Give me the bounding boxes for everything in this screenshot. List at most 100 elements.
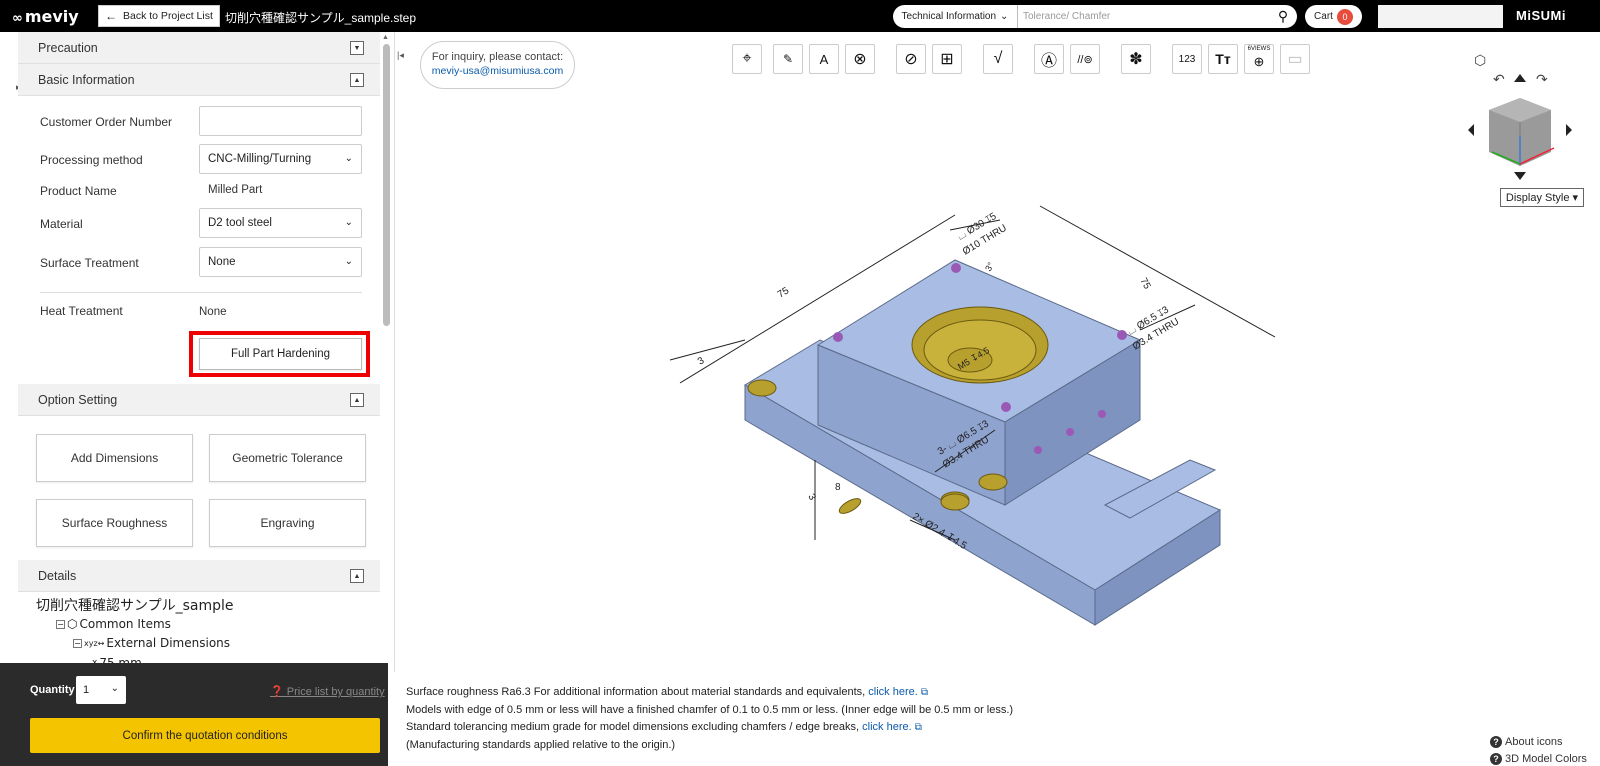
hole-dot	[1098, 410, 1106, 418]
collapse-icon[interactable]: ▲	[350, 569, 364, 583]
logo-icon: ∞	[12, 11, 23, 26]
roughness-icon[interactable]: √	[983, 44, 1013, 74]
display-style-dropdown[interactable]: Display Style ▾	[1500, 188, 1584, 207]
product-name-value: Milled Part	[208, 184, 263, 196]
text-dim-icon[interactable]: A	[809, 44, 839, 74]
confirm-quotation-button[interactable]: Confirm the quotation conditions	[30, 718, 380, 753]
scroll-up-icon[interactable]: ▲	[382, 34, 389, 41]
section-precaution[interactable]: Precaution ▼	[18, 32, 380, 64]
model-colors-link[interactable]: ? 3D Model Colors	[1490, 753, 1587, 765]
hole-dot	[951, 263, 961, 273]
add-dimensions-button[interactable]: Add Dimensions	[36, 434, 193, 482]
tolerance-icon[interactable]: //⊚	[1070, 44, 1100, 74]
search-icon[interactable]: ⚲	[1269, 8, 1297, 25]
paint-icon[interactable]: ✽	[1121, 44, 1151, 74]
search-category-select[interactable]: Technical Information ⌄	[893, 5, 1018, 28]
misumi-logo[interactable]: MiSUMi	[1516, 8, 1566, 23]
product-name-label: Product Name	[40, 184, 117, 198]
meviy-logo[interactable]: ∞ meviy	[12, 7, 79, 26]
dim-label: 75	[1137, 276, 1152, 291]
notes-block: Surface roughness Ra6.3 For additional i…	[406, 684, 1013, 754]
hide-dim-icon[interactable]: ⊘	[896, 44, 926, 74]
tree-item-external-dimensions[interactable]: − xyz↔ External Dimensions	[73, 636, 230, 650]
minus-icon[interactable]: −	[73, 638, 82, 648]
collapse-left-panel-icon[interactable]: |◂	[397, 50, 404, 61]
about-icons-link[interactable]: ? About icons	[1490, 736, 1562, 748]
view-cube[interactable]: ↶ ↷	[1456, 64, 1586, 184]
material-standards-link[interactable]: click here.	[868, 686, 918, 698]
heat-treatment-label: Heat Treatment	[40, 304, 123, 318]
hole-table-icon[interactable]: ⊞	[932, 44, 962, 74]
cube-icon: ⬡	[67, 617, 78, 631]
price-list-link[interactable]: ❓ Price list by quantity	[270, 685, 385, 698]
part-3d-model[interactable]: 75 75 3 ⌴ Ø30 ↧5 Ø10 THRU 3° M5 ↧4.5 ⌴ Ø…	[650, 200, 1330, 630]
customer-order-input[interactable]	[199, 106, 362, 136]
surface-treatment-select[interactable]: None ⌄	[199, 247, 362, 277]
inquiry-contact: For inquiry, please contact: meviy-usa@m…	[420, 41, 575, 89]
arrow-down-icon	[1514, 172, 1526, 180]
annotation-icon[interactable]: Ⓐ	[1034, 44, 1064, 74]
collapse-icon[interactable]: ▲	[350, 393, 364, 407]
material-label: Material	[40, 217, 83, 231]
back-to-project-list-button[interactable]: ← Back to Project List	[98, 5, 220, 27]
origin-icon[interactable]: ⌖	[732, 44, 762, 74]
note-line-4: (Manufacturing standards applied relativ…	[406, 738, 676, 751]
search-input[interactable]: Tolerance/ Chamfer	[1018, 11, 1269, 22]
note-line-1: Surface roughness Ra6.3 For additional i…	[406, 684, 1013, 702]
quantity-label: Quantity	[30, 684, 75, 696]
cart-count-badge: 0	[1336, 8, 1353, 25]
tolerancing-link[interactable]: click here.	[862, 721, 912, 733]
chevron-down-icon: ⌄	[1000, 11, 1009, 22]
quantity-bar: Quantity 1 ⌄ ❓ Price list by quantity Con…	[0, 663, 388, 766]
surface-roughness-button[interactable]: Surface Roughness	[36, 499, 193, 547]
base-hole	[978, 473, 1008, 491]
base-hole	[747, 379, 777, 397]
account-area[interactable]	[1378, 5, 1503, 28]
divider	[40, 292, 362, 293]
search-bar: Technical Information ⌄ Tolerance/ Chamfe…	[893, 5, 1297, 28]
dim-label: 75	[776, 285, 792, 300]
minus-icon[interactable]: −	[56, 619, 65, 629]
processing-method-select[interactable]: CNC-Milling/Turning ⌄	[199, 144, 362, 174]
chevron-down-icon: ⌄	[344, 153, 353, 164]
xyz-icon: xyz↔	[84, 638, 105, 648]
external-link-icon: ⧉	[914, 722, 922, 733]
arrow-left-icon: ←	[105, 9, 117, 23]
document-icon[interactable]: ▭	[1280, 44, 1310, 74]
ruler-icon[interactable]: 123	[1172, 44, 1202, 74]
collapse-icon[interactable]: ▲	[350, 73, 364, 87]
six-views-icon[interactable]: 6VIEWS ⊕	[1244, 44, 1274, 74]
processing-method-label: Processing method	[40, 153, 143, 167]
geometric-tolerance-button[interactable]: Geometric Tolerance	[209, 434, 366, 482]
file-name: 切削穴種確認サンプル_sample.step	[225, 11, 417, 25]
engraving-button[interactable]: Engraving	[209, 499, 366, 547]
tree-root-title: 切削穴種確認サンプル_sample	[36, 598, 234, 614]
section-option-setting[interactable]: Option Setting ▲	[18, 384, 380, 416]
help-icon: ?	[1490, 753, 1502, 765]
slot	[838, 498, 862, 514]
cart-button[interactable]: Cart 0	[1305, 5, 1362, 28]
rotate-left-icon: ↶	[1493, 71, 1505, 87]
top-bar: ∞ meviy ← Back to Project List 切削穴種確認サンプル_…	[0, 0, 1600, 32]
tree-item-common-items[interactable]: − ⬡ Common Items	[56, 617, 171, 631]
hole-dot	[1034, 446, 1042, 454]
note-line-2: Models with edge of 0.5 mm or less will …	[406, 703, 1014, 716]
section-details[interactable]: Details ▲	[18, 560, 380, 592]
note-line-3: Standard tolerancing medium grade for mo…	[406, 719, 1013, 737]
material-select[interactable]: D2 tool steel ⌄	[199, 208, 362, 238]
section-basic-information[interactable]: Basic Information ▲	[18, 64, 380, 96]
measure-pen-icon[interactable]: ✎	[773, 44, 803, 74]
chevron-down-icon: ⌄	[110, 683, 119, 694]
dim-label: 3	[805, 492, 818, 503]
quantity-select[interactable]: 1 ⌄	[76, 676, 126, 704]
hole-dot	[1117, 330, 1127, 340]
text-size-icon[interactable]: Tт	[1208, 44, 1238, 74]
left-panel-scrollbar[interactable]: ▲ ▼	[380, 32, 393, 672]
clear-dim-icon[interactable]: ⊗	[845, 44, 875, 74]
expand-icon[interactable]: ▼	[350, 41, 364, 55]
dim-label: 8	[835, 482, 841, 493]
dim-label: 3	[696, 355, 707, 368]
scrollbar-thumb[interactable]	[383, 44, 390, 326]
hole-dot	[1001, 402, 1011, 412]
inquiry-email-link[interactable]: meviy-usa@misumiusa.com	[421, 65, 574, 77]
